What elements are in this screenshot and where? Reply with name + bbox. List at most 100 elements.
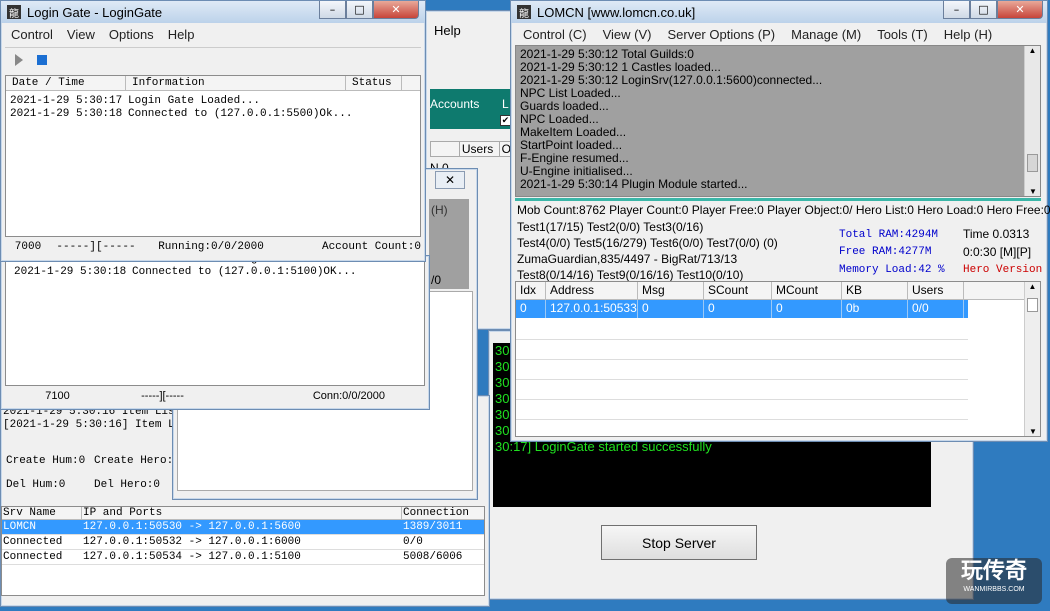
- maximize-button[interactable]: □: [970, 1, 997, 19]
- table-cell: 0: [516, 300, 546, 318]
- connection: 0/0: [403, 536, 423, 548]
- log-time: 2021-1-29 5:30:17: [10, 95, 123, 107]
- menu-item[interactable]: Server Options (P): [667, 27, 775, 42]
- stats-line: Mob Count:8762 Player Count:0 Player Fre…: [517, 203, 1050, 217]
- col-datetime: Date / Time: [6, 76, 126, 90]
- login-accounts: Account Count:0: [321, 241, 421, 253]
- srv-name: Connected: [3, 536, 63, 548]
- lomcn-log: 2021-1-29 5:30:12 Total Guilds:0 2021-1-2…: [515, 45, 1041, 197]
- connection: 5008/6006: [403, 551, 463, 563]
- col-address[interactable]: Address: [546, 282, 638, 299]
- bg-help-menu[interactable]: Help: [434, 23, 461, 38]
- login-running: Running:0/0/2000: [158, 241, 264, 253]
- ip-ports: 127.0.0.1:50530 -> 127.0.0.1:5600: [83, 521, 301, 533]
- select-log-front: 2021-1-29 5:30:17Select Gate Running...2…: [5, 253, 425, 386]
- watermark: 玩传奇 WANMIRBBS.COM: [946, 558, 1042, 604]
- select-status-bar-front: 7100 -----][----- Conn:0/0/2000: [5, 390, 425, 402]
- server-list: Srv Name IP and Ports Connection LOMCN 12…: [1, 506, 485, 596]
- col-scount[interactable]: SCount: [704, 282, 772, 299]
- minimize-button[interactable]: –: [943, 1, 970, 19]
- log-info: Connected to (127.0.0.1:5100)OK...: [132, 266, 357, 278]
- maximize-button[interactable]: □: [346, 1, 373, 19]
- col-mcount[interactable]: MCount: [772, 282, 842, 299]
- col-status: Status: [346, 76, 402, 90]
- login-gate-window: 龍 Login Gate - LoginGate – □ ✕ Control Vi…: [0, 0, 426, 262]
- login-toolbar: [5, 47, 421, 71]
- log-line: 2021-1-29 5:30:14 Plugin Module started.…: [520, 177, 748, 191]
- menu-item[interactable]: Manage (M): [791, 27, 861, 42]
- app-icon: 龍: [7, 5, 21, 20]
- watermark-logo: 玩传奇: [960, 559, 1027, 584]
- menu-item[interactable]: Control (C): [523, 27, 587, 42]
- close-button[interactable]: ✕: [997, 1, 1043, 19]
- table-cell: 0: [704, 300, 772, 318]
- lomcn-window: 龍 LOMCN [www.lomcn.co.uk] – □ ✕ Control …: [510, 0, 1050, 442]
- login-status-bar: 7000 -----][----- Running:0/0/2000 Accou…: [5, 241, 421, 253]
- col-srv-name: Srv Name: [2, 507, 82, 519]
- log-info: Connected to (127.0.0.1:5500)Ok...: [128, 108, 353, 120]
- col-connection: Connection: [403, 507, 470, 519]
- bg-teal-panel: Accounts L ✔: [430, 89, 512, 129]
- users-col: Users: [458, 142, 499, 156]
- log-time: 2021-1-29 5:30:18: [14, 266, 127, 278]
- accounts-label: Accounts: [430, 97, 480, 111]
- log-row: 2021-1-29 5:30:17 Login Gate Loaded...: [6, 95, 420, 108]
- time-value: Time 0.0313: [963, 227, 1030, 241]
- connection: 1389/3011: [403, 521, 463, 533]
- menu-item[interactable]: View: [67, 27, 95, 42]
- col-msg[interactable]: Msg: [638, 282, 704, 299]
- table-row[interactable]: Connected 127.0.0.1:50534 -> 127.0.0.1:51…: [2, 550, 484, 565]
- table-cell: 0/0: [908, 300, 964, 318]
- table-scrollbar[interactable]: ▲ ▼: [1024, 282, 1040, 436]
- login-conn: -----][-----: [56, 241, 136, 253]
- stop-server-button[interactable]: Stop Server: [601, 525, 757, 560]
- play-icon[interactable]: [15, 53, 23, 66]
- select-port: 7100: [45, 390, 70, 402]
- menu-item[interactable]: Help (H): [944, 27, 992, 42]
- col-users[interactable]: Users: [908, 282, 964, 299]
- table-row[interactable]: LOMCN 127.0.0.1:50530 -> 127.0.0.1:5600 13…: [2, 520, 484, 535]
- log-info: Login Gate Loaded...: [128, 95, 261, 107]
- test-line: Test4(0/0) Test5(16/279) Test6(0/0) Test…: [517, 236, 778, 250]
- table-row[interactable]: 0 127.0.0.1:50533 0 0 0 0b 0/0: [516, 300, 968, 318]
- del-hero: Del Hero:0: [94, 479, 161, 491]
- log-scrollbar[interactable]: ▲ ▼: [1024, 46, 1040, 196]
- col-information: Information: [126, 76, 346, 90]
- total-ram: Total RAM:4294M: [839, 229, 939, 241]
- menu-item[interactable]: Help: [168, 27, 195, 42]
- side-count: /0: [431, 273, 442, 287]
- scroll-thumb[interactable]: [1027, 154, 1038, 172]
- login-port: 7000: [14, 241, 42, 253]
- select-running: Conn:0/0/2000: [312, 390, 385, 402]
- col-kb[interactable]: KB: [842, 282, 908, 299]
- minimize-button[interactable]: –: [319, 1, 346, 19]
- ip-ports: 127.0.0.1:50534 -> 127.0.0.1:5100: [83, 551, 301, 563]
- table-row[interactable]: Connected 127.0.0.1:50532 -> 127.0.0.1:60…: [2, 535, 484, 550]
- stop-icon[interactable]: [37, 54, 47, 65]
- table-grid: [516, 320, 968, 436]
- col-idx[interactable]: Idx: [516, 282, 546, 299]
- menu-item[interactable]: Tools (T): [877, 27, 928, 42]
- lomcn-title: LOMCN [www.lomcn.co.uk]: [537, 4, 696, 20]
- log-row: 2021-1-29 5:30:18 Connected to (127.0.0.1…: [10, 266, 424, 279]
- table-cell: 0: [772, 300, 842, 318]
- log-row: 2021-1-29 5:30:18 Connected to (127.0.0.1…: [6, 108, 420, 121]
- menu-item[interactable]: View (V): [603, 27, 652, 42]
- col-ip-ports: IP and Ports: [82, 507, 402, 519]
- test-line: ZumaGuardian,835/4497 - BigRat/713/13: [517, 252, 738, 266]
- close-button[interactable]: ✕: [373, 1, 419, 19]
- login-menu: Control View Options Help: [11, 27, 194, 42]
- select-conn: -----][-----: [141, 390, 184, 402]
- table-cell: 0b: [842, 300, 908, 318]
- menu-item[interactable]: Control: [11, 27, 53, 42]
- select-gate-window-front: 2021-1-29 5:30:17Select Gate Running...2…: [0, 253, 430, 410]
- login-log: Date / Time Information Status 2021-1-29…: [5, 75, 421, 237]
- side-close-button[interactable]: ✕: [435, 171, 465, 189]
- gate-table: Idx Address Msg SCount MCount KB Users 0 127.0.…: [515, 281, 1041, 437]
- table-cell: 127.0.0.1:50533: [546, 300, 638, 318]
- lomcn-menu: Control (C) View (V) Server Options (P) Man…: [523, 27, 992, 42]
- free-ram: Free RAM:4277M: [839, 246, 932, 258]
- app-icon: 龍: [517, 5, 531, 20]
- memory-load: Memory Load:42 %: [839, 264, 945, 276]
- menu-item[interactable]: Options: [109, 27, 154, 42]
